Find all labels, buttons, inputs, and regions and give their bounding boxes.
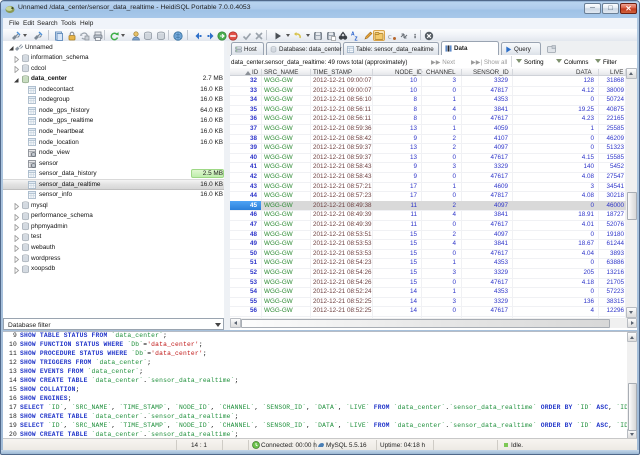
svg-text:c: c [388, 32, 392, 41]
svg-text:Z: Z [355, 36, 358, 41]
